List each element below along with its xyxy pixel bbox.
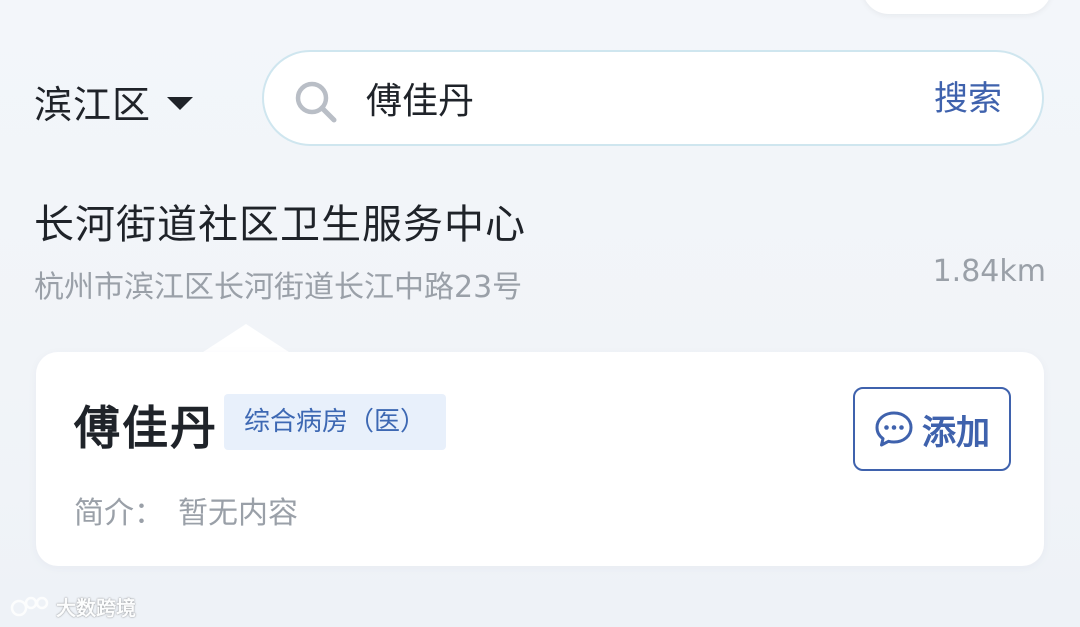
- search-input[interactable]: [366, 70, 886, 126]
- organization-address: 杭州市滨江区长河街道长江中路23号: [34, 270, 523, 305]
- district-label: 滨江区: [34, 82, 152, 127]
- doctor-intro: 简介： 暂无内容: [74, 488, 298, 532]
- department-tag: 综合病房（医）: [224, 394, 447, 450]
- district-selector[interactable]: 滨江区: [34, 74, 194, 128]
- organization-distance: 1.84km: [932, 254, 1046, 289]
- watermark-text: 大数跨境: [56, 596, 136, 620]
- top-pill-button[interactable]: [862, 0, 1052, 14]
- search-button[interactable]: 搜索: [934, 72, 1002, 126]
- doctor-card[interactable]: 傅佳丹 综合病房（医） 简介： 暂无内容 添加: [36, 352, 1044, 566]
- card-pointer: [200, 324, 292, 354]
- watermark: 大数跨境: [10, 592, 136, 621]
- search-bar[interactable]: 搜索: [262, 50, 1044, 146]
- caret-down-icon: [167, 96, 194, 110]
- doctor-name: 傅佳丹: [74, 401, 218, 455]
- watermark-logo-icon: [10, 596, 49, 616]
- intro-value: 暂无内容: [178, 496, 298, 531]
- organization-name[interactable]: 长河街道社区卫生服务中心: [34, 192, 526, 250]
- search-icon: [295, 81, 337, 123]
- add-button-label: 添加: [922, 412, 990, 453]
- chat-bubble-icon: [875, 411, 913, 447]
- add-button[interactable]: 添加: [853, 387, 1011, 471]
- intro-label: 简介：: [74, 496, 164, 531]
